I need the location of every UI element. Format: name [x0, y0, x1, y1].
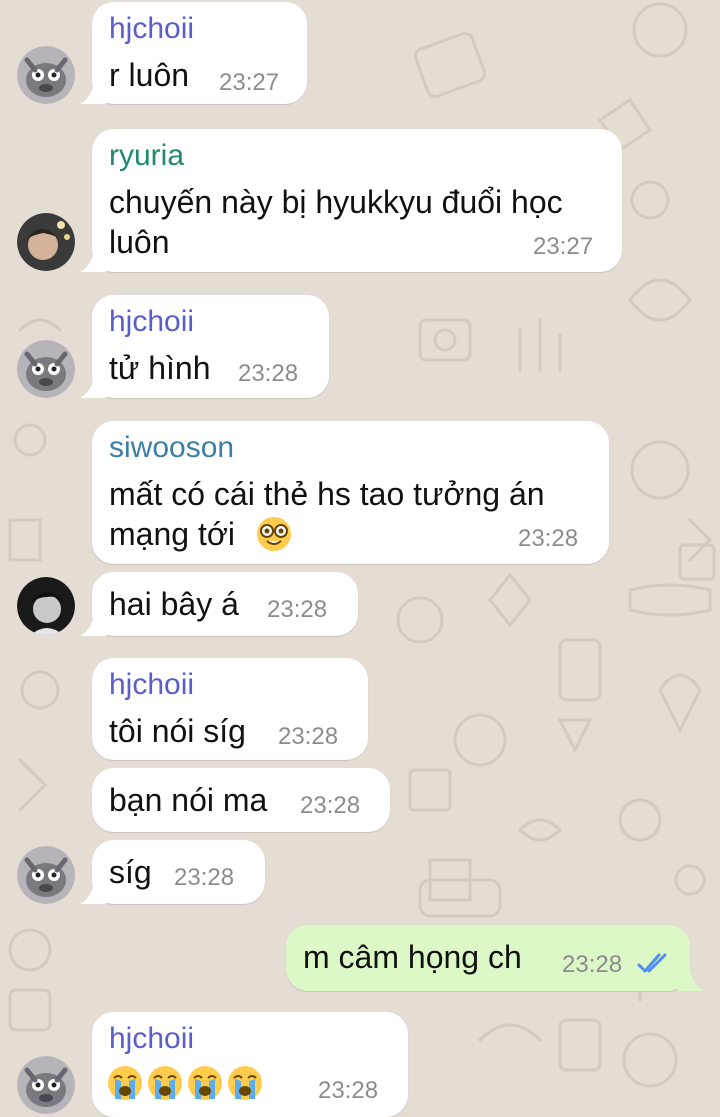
sender-name: hjchoii [109, 668, 195, 701]
cartoon-avatar-icon [17, 1056, 75, 1114]
bubble-tail [80, 372, 106, 398]
sender-name: hjchoii [109, 305, 195, 338]
message-text: mạng tới [109, 516, 235, 552]
message-text: r luôn [109, 57, 190, 93]
message-time: 23:28 [562, 951, 623, 978]
message-text: tôi nói síg [109, 713, 246, 749]
outgoing-message-bubble[interactable]: m câm họng ch 23:28 [286, 925, 690, 991]
message-text: tử hình [109, 350, 211, 386]
message-text: mất có cái thẻ hs tao tưởng án [109, 476, 545, 512]
message-text: síg [109, 854, 152, 890]
cartoon-avatar-icon [17, 46, 75, 104]
message-bubble[interactable]: bạn nói ma 23:28 [92, 768, 390, 832]
double-check-read-icon [637, 953, 667, 973]
loudly-crying-face-emoji-icon [148, 1066, 182, 1100]
message-text: luôn [109, 224, 170, 260]
message-text: m câm họng ch [303, 939, 522, 975]
bubble-tail [80, 78, 106, 104]
message-time: 23:28 [174, 864, 235, 891]
bubble-tail [678, 965, 704, 991]
photo-avatar-icon [17, 577, 75, 635]
message-time: 23:28 [300, 792, 361, 819]
sender-name: siwooson [109, 431, 235, 464]
photo-avatar-icon [17, 213, 75, 271]
message-time: 23:27 [219, 69, 280, 96]
message-time: 23:28 [238, 360, 299, 387]
nerd-face-emoji-icon [257, 517, 291, 551]
message-bubble[interactable]: hjchoii 23:28 [92, 1012, 408, 1117]
message-bubble[interactable]: ryuria chuyến này bị hyukkyu đuổi học lu… [92, 129, 622, 272]
message-bubble[interactable]: siwooson mất có cái thẻ hs tao tưởng án … [92, 421, 609, 564]
loudly-crying-face-emoji-icon [188, 1066, 222, 1100]
message-time: 23:28 [518, 525, 579, 552]
message-bubble[interactable]: hjchoii tử hình 23:28 [92, 295, 329, 398]
bubble-tail [80, 610, 106, 636]
cartoon-avatar-icon [17, 340, 75, 398]
message-text: bạn nói ma [109, 782, 268, 818]
hjchoii-avatar[interactable] [17, 1056, 75, 1114]
message-text: chuyến này bị hyukkyu đuổi học [109, 184, 563, 220]
ryuria-avatar[interactable] [17, 213, 75, 271]
cartoon-avatar-icon [17, 846, 75, 904]
bubble-tail [80, 878, 106, 904]
message-bubble[interactable]: hjchoii r luôn 23:27 [92, 2, 307, 104]
sender-name: hjchoii [109, 1022, 195, 1055]
hjchoii-avatar[interactable] [17, 46, 75, 104]
hjchoii-avatar[interactable] [17, 340, 75, 398]
message-time: 23:28 [318, 1077, 379, 1104]
bubble-tail [80, 246, 106, 272]
sender-name: hjchoii [109, 12, 195, 45]
message-time: 23:28 [278, 723, 339, 750]
loudly-crying-face-emoji-icon [228, 1066, 262, 1100]
message-text: hai bây á [109, 586, 239, 622]
sender-name: ryuria [109, 139, 185, 172]
loudly-crying-face-emoji-icon [108, 1066, 142, 1100]
message-bubble[interactable]: hjchoii tôi nói síg 23:28 [92, 658, 368, 760]
message-bubble[interactable]: síg 23:28 [92, 840, 265, 904]
contact-avatar[interactable] [17, 577, 75, 635]
hjchoii-avatar[interactable] [17, 846, 75, 904]
message-bubble[interactable]: hai bây á 23:28 [92, 572, 358, 636]
message-time: 23:28 [267, 596, 328, 623]
message-time: 23:27 [533, 233, 594, 260]
